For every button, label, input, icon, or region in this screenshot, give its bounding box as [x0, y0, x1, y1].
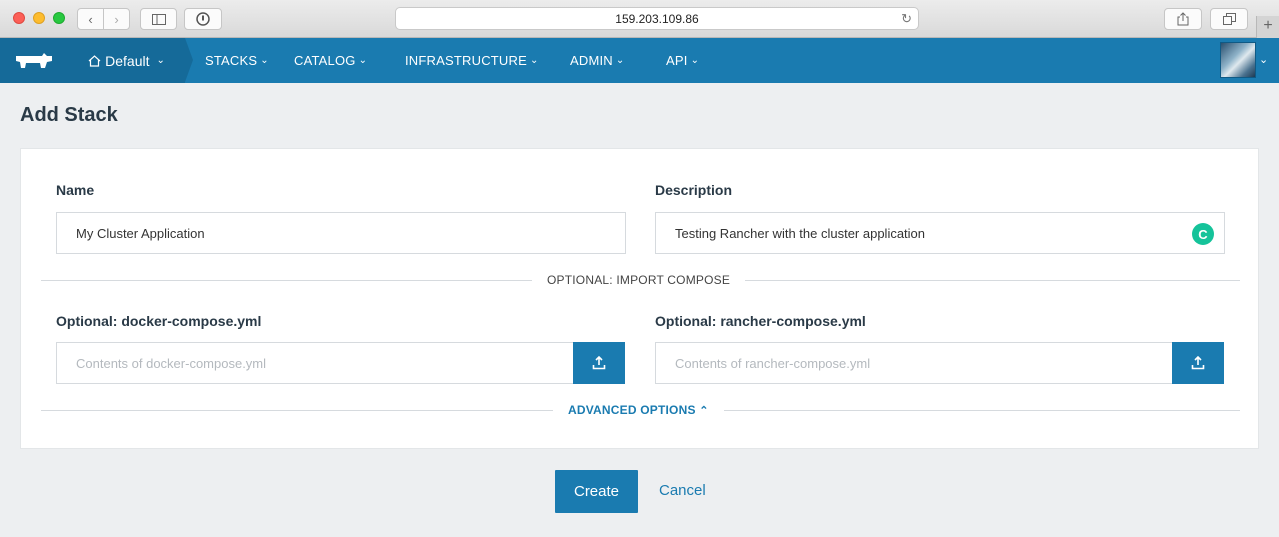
rancher-compose-input[interactable]: Contents of rancher-compose.yml	[655, 342, 1173, 384]
docker-compose-upload-button[interactable]	[573, 342, 625, 384]
browser-toolbar: ‹ › 159.203.109.86 ↻ +	[0, 0, 1279, 38]
chevron-up-icon: ⌃	[699, 405, 709, 417]
back-icon[interactable]: ‹	[78, 12, 103, 27]
reload-icon[interactable]: ↻	[901, 11, 912, 27]
advanced-options-label: ADVANCED OPTIONS	[568, 403, 696, 417]
grammarly-icon[interactable]: C	[1192, 223, 1214, 245]
chevron-down-icon[interactable]: ⌄	[1259, 53, 1268, 66]
share-icon	[1177, 12, 1189, 26]
tab-overview-button[interactable]	[1210, 8, 1248, 30]
home-icon	[88, 54, 101, 67]
tabs-icon	[1222, 13, 1236, 25]
chevron-down-icon: ⌄	[156, 55, 165, 66]
docker-compose-input[interactable]: Contents of docker-compose.yml	[56, 342, 574, 384]
share-button[interactable]	[1164, 8, 1202, 30]
create-button[interactable]: Create	[555, 470, 638, 513]
environment-switcher[interactable]: Default ⌄	[68, 38, 185, 83]
environment-label: Default	[105, 52, 150, 69]
nav-catalog[interactable]: CATALOG ⌄	[294, 38, 367, 83]
environment-arrow	[185, 38, 193, 82]
chevron-down-icon: ⌄	[260, 55, 269, 66]
name-field[interactable]: My Cluster Application	[56, 212, 626, 254]
chevron-down-icon: ⌄	[358, 55, 368, 66]
advanced-options-toggle[interactable]: ADVANCED OPTIONS ⌃	[553, 403, 724, 417]
address-bar[interactable]: 159.203.109.86 ↻	[395, 7, 919, 30]
user-avatar[interactable]	[1220, 42, 1256, 78]
history-nav: ‹ ›	[77, 8, 130, 30]
name-label: Name	[56, 182, 95, 198]
rancher-cow-icon	[16, 52, 52, 68]
minimize-window-button[interactable]	[33, 12, 45, 24]
forward-icon[interactable]: ›	[104, 12, 129, 27]
nav-catalog-label: CATALOG	[294, 53, 356, 68]
nav-api-label: API	[666, 53, 688, 68]
page-title: Add Stack	[20, 104, 118, 126]
nav-stacks-label: STACKS	[205, 53, 258, 68]
description-label: Description	[655, 182, 733, 198]
url-text: 159.203.109.86	[615, 11, 699, 26]
docker-compose-label: Optional: docker-compose.yml	[56, 313, 262, 329]
nav-infrastructure[interactable]: INFRASTRUCTURE ⌄	[405, 38, 539, 83]
rancher-compose-upload-button[interactable]	[1172, 342, 1224, 384]
new-tab-button[interactable]: +	[1256, 16, 1279, 38]
privacy-report-button[interactable]	[184, 8, 222, 30]
upload-icon	[1191, 356, 1205, 370]
rancher-logo[interactable]	[0, 38, 68, 83]
close-window-button[interactable]	[13, 12, 25, 24]
chevron-down-icon: ⌄	[529, 55, 539, 66]
upload-icon	[592, 356, 606, 370]
sidebar-icon	[151, 13, 166, 25]
app-header: Default ⌄ STACKS ⌄ CATALOG ⌄ INFRASTRUCTUR…	[0, 38, 1279, 83]
description-field[interactable]: Testing Rancher with the cluster applica…	[655, 212, 1225, 254]
nav-api[interactable]: API ⌄	[666, 38, 699, 83]
description-value: Testing Rancher with the cluster applica…	[675, 225, 926, 241]
import-divider-label: OPTIONAL: IMPORT COMPOSE	[532, 273, 746, 287]
cancel-link[interactable]: Cancel	[659, 482, 706, 499]
fullscreen-window-button[interactable]	[53, 12, 65, 24]
sidebar-toggle-button[interactable]	[140, 8, 177, 30]
stack-form-card: Name My Cluster Application Description …	[20, 148, 1259, 449]
shield-icon	[196, 12, 210, 26]
nav-infrastructure-label: INFRASTRUCTURE	[405, 53, 527, 68]
nav-stacks[interactable]: STACKS ⌄	[205, 38, 269, 83]
chevron-down-icon: ⌄	[690, 55, 700, 66]
nav-admin-label: ADMIN	[570, 53, 613, 68]
nav-admin[interactable]: ADMIN ⌄	[570, 38, 624, 83]
chevron-down-icon: ⌄	[615, 55, 625, 66]
rancher-compose-label: Optional: rancher-compose.yml	[655, 313, 866, 329]
